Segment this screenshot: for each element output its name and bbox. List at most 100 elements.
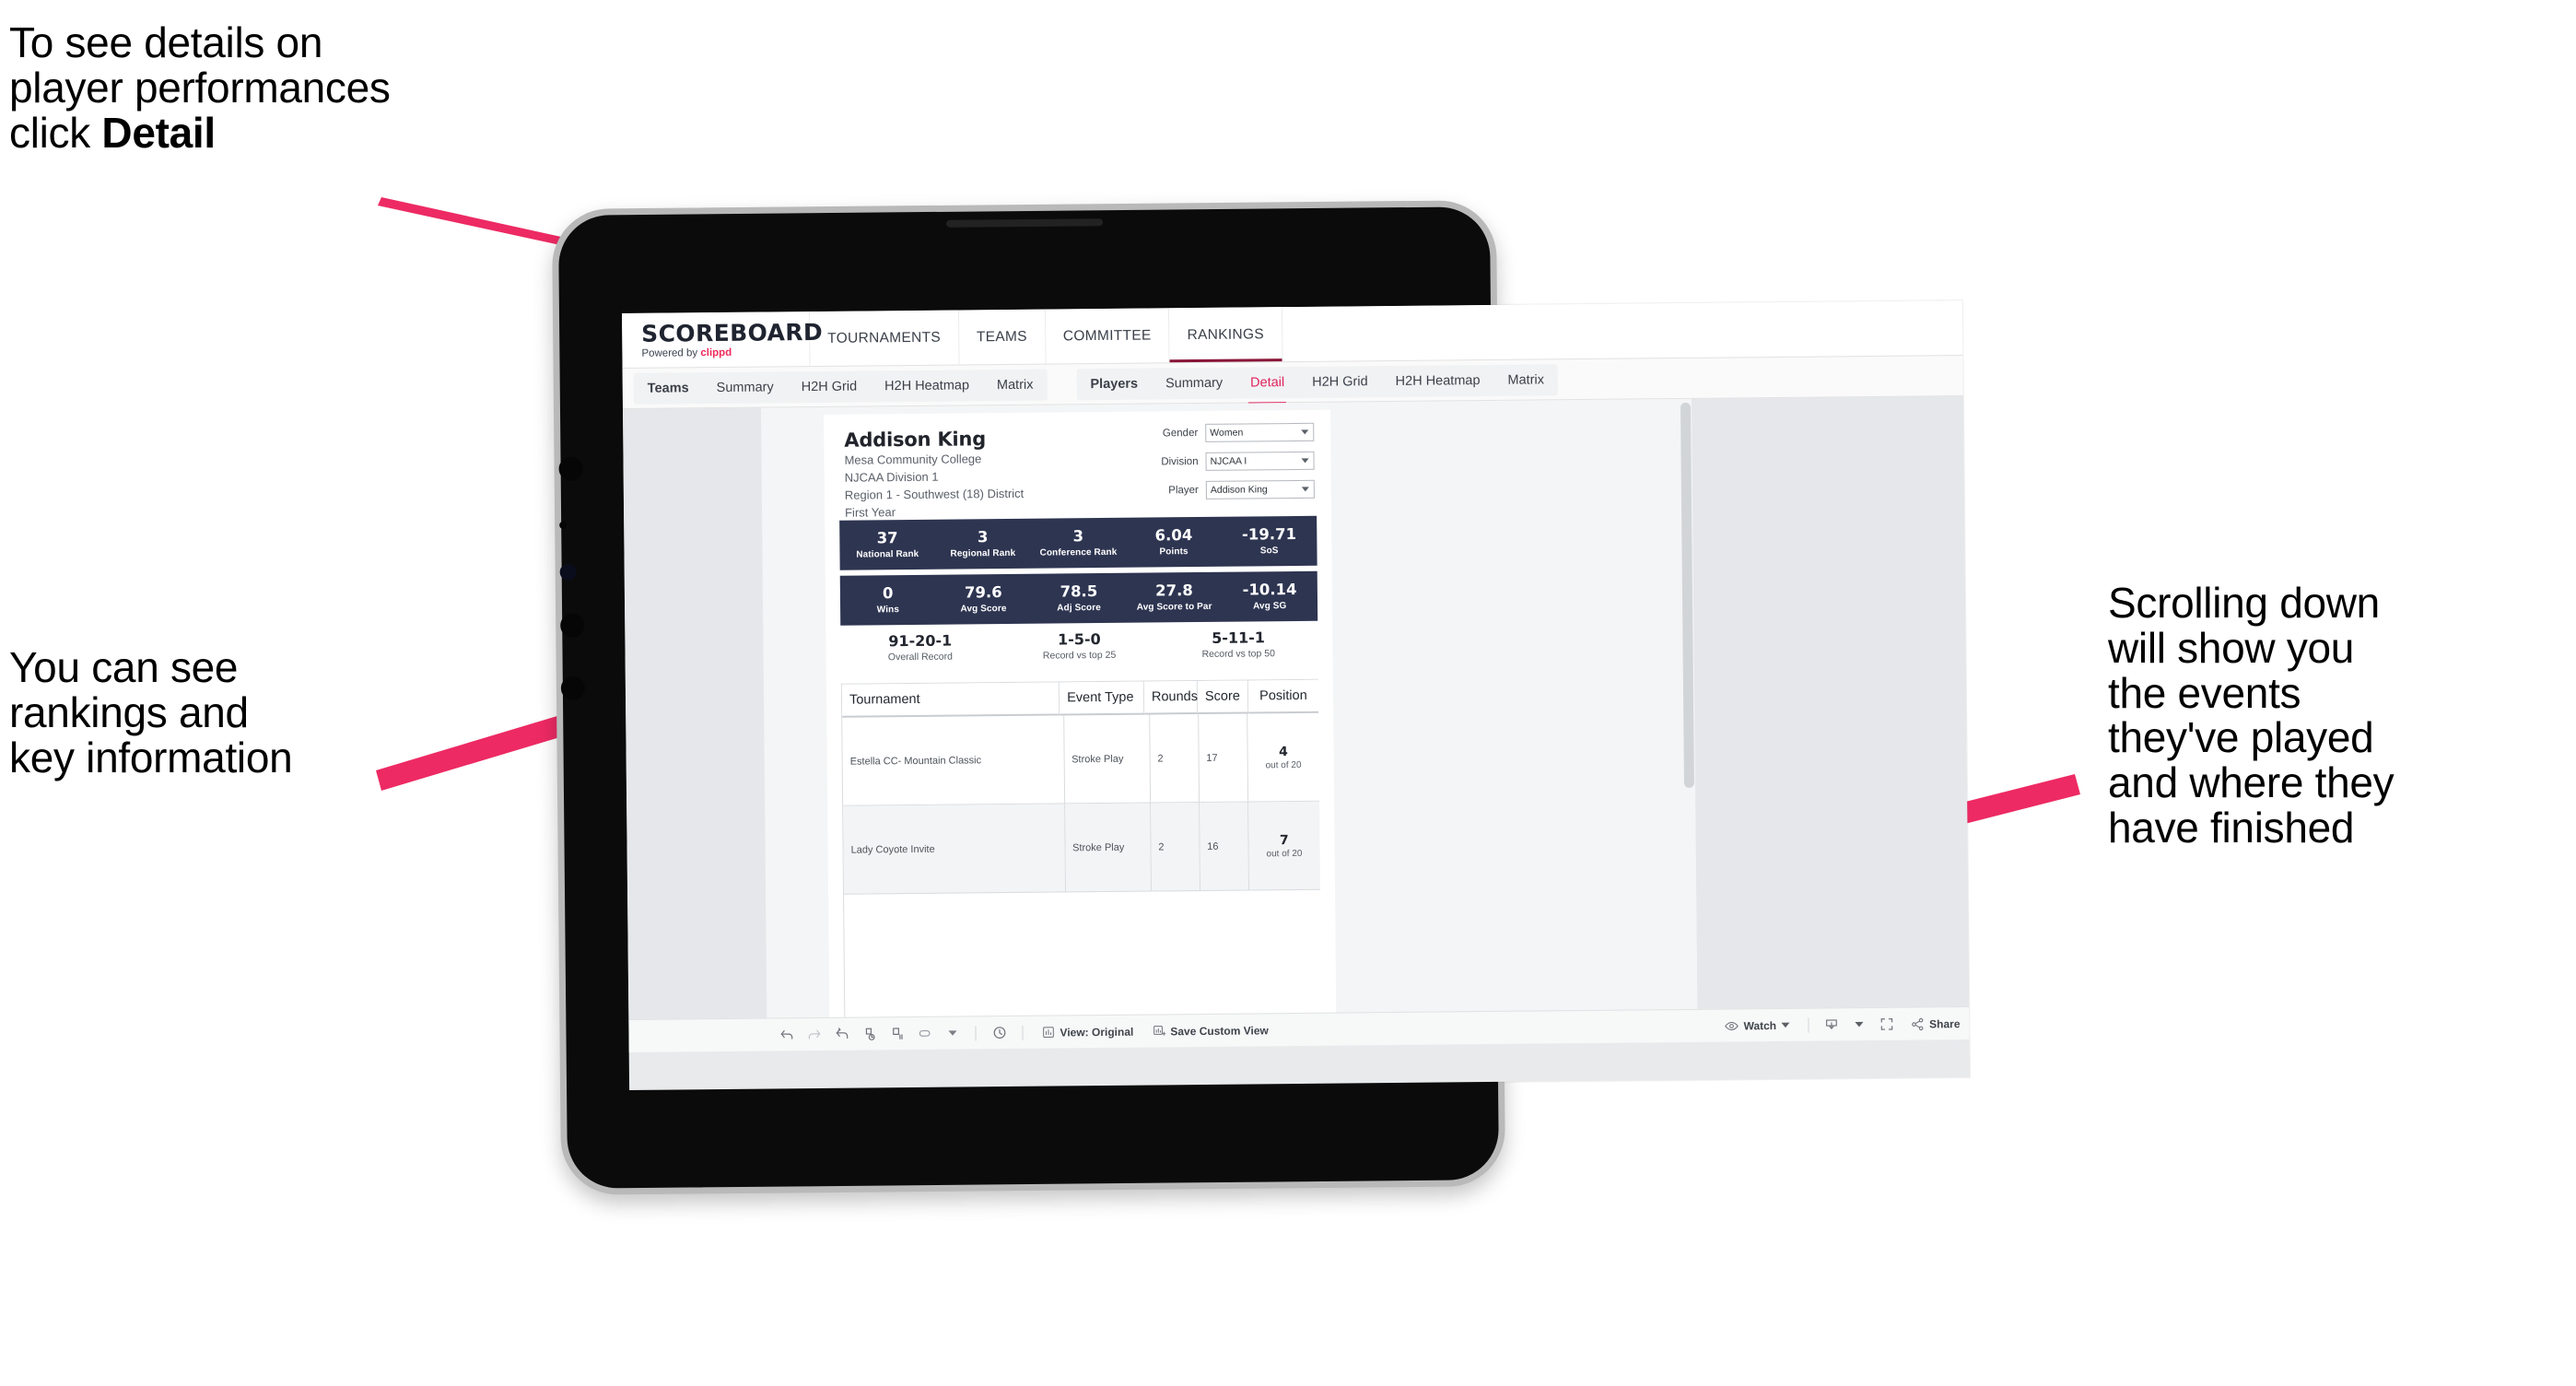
chevron-down-icon[interactable] xyxy=(938,1016,966,1050)
download-icon[interactable] xyxy=(1818,1008,1845,1041)
cell-event-type: Stroke Play xyxy=(1064,803,1152,893)
cell-score: 17 xyxy=(1198,713,1248,804)
column-header-rounds[interactable]: Rounds xyxy=(1143,681,1199,715)
revert-icon[interactable] xyxy=(827,1017,855,1051)
filter-select-gender[interactable]: Women xyxy=(1205,422,1315,442)
table-row[interactable]: Lady Coyote Invite Stroke Play 2 16 7 ou… xyxy=(843,801,1321,895)
stat-value: 3 xyxy=(1072,527,1084,546)
cell-tournament: Lady Coyote Invite xyxy=(843,804,1066,895)
pause-data-icon[interactable] xyxy=(883,1017,910,1051)
refresh-data-icon[interactable] xyxy=(855,1017,883,1051)
player-header: Addison King Mesa Community College NJCA… xyxy=(844,428,1024,522)
stat-label: Wins xyxy=(876,604,900,615)
tab-players[interactable]: Players xyxy=(1076,368,1152,400)
tab-teams-h2h-grid[interactable]: H2H Grid xyxy=(788,370,872,403)
stat-value: -10.14 xyxy=(1242,581,1297,599)
pill-shape-icon[interactable] xyxy=(910,1016,938,1050)
watch-button[interactable]: Watch xyxy=(1715,1017,1798,1033)
share-button[interactable]: Share xyxy=(1901,1016,1970,1032)
stat-label: Avg SG xyxy=(1252,600,1287,612)
tab-players-h2h-heatmap[interactable]: H2H Heatmap xyxy=(1381,364,1493,396)
tab-teams[interactable]: Teams xyxy=(634,372,703,405)
chevron-down-icon xyxy=(1301,458,1309,464)
stat-label: Regional Rank xyxy=(950,547,1016,559)
record-row: 91-20-1 Overall Record 1-5-0 Record vs t… xyxy=(840,628,1318,664)
player-school: Mesa Community College xyxy=(844,452,982,467)
column-header-score[interactable]: Score xyxy=(1197,680,1249,715)
record-overall: 91-20-1 Overall Record xyxy=(840,632,1000,664)
brand-logo[interactable]: SCOREBOARD Powered by clippd xyxy=(621,311,824,369)
annotation-detail-bold: Detail xyxy=(101,108,216,157)
record-label: Record vs top 50 xyxy=(1201,648,1276,661)
topnav-spacer xyxy=(1282,300,1963,361)
fullscreen-icon[interactable] xyxy=(1873,1007,1901,1040)
cell-event-type: Stroke Play xyxy=(1063,714,1151,805)
vertical-scrollbar-track[interactable] xyxy=(1679,398,1698,1009)
tab-teams-matrix[interactable]: Matrix xyxy=(983,369,1048,401)
tab-players-summary[interactable]: Summary xyxy=(1152,367,1236,399)
stat-wins: 0 Wins xyxy=(840,585,936,615)
brand-subtitle: Powered by clippd xyxy=(641,346,809,359)
record-label: Record vs top 25 xyxy=(1042,650,1117,663)
player-detail-card: Addison King Mesa Community College NJCA… xyxy=(824,409,1337,1017)
dashboard-sheet: Addison King Mesa Community College NJCA… xyxy=(760,398,1698,1018)
toolbar-separator xyxy=(1022,1025,1024,1040)
stat-label: Avg Score xyxy=(960,603,1007,615)
cell-rounds: 2 xyxy=(1150,803,1200,892)
chevron-down-icon[interactable] xyxy=(1845,1008,1873,1041)
topnav-committee[interactable]: COMMITTEE xyxy=(1045,308,1170,364)
stat-conference-rank: 3 Conference Rank xyxy=(1030,528,1126,558)
player-name: Addison King xyxy=(844,428,987,452)
record-vs-top-50: 5-11-1 Record vs top 50 xyxy=(1159,628,1318,661)
view-original-button[interactable]: View: Original xyxy=(1032,1025,1142,1040)
tab-players-matrix[interactable]: Matrix xyxy=(1493,364,1558,396)
redo-icon[interactable] xyxy=(800,1017,827,1051)
tab-players-h2h-grid[interactable]: H2H Grid xyxy=(1298,366,1382,398)
app-screen: SCOREBOARD Powered by clippd TOURNAMENTS… xyxy=(621,300,1971,1090)
cell-tournament: Estella CC- Mountain Classic xyxy=(842,715,1065,806)
stat-label: Avg Score to Par xyxy=(1136,601,1212,613)
topnav-teams[interactable]: TEAMS xyxy=(958,309,1047,365)
brand-title: SCOREBOARD xyxy=(641,318,824,347)
stat-value: -19.71 xyxy=(1241,525,1297,544)
annotation-click-detail: To see details on player performances cl… xyxy=(9,20,599,155)
topnav-rankings[interactable]: RANKINGS xyxy=(1169,307,1283,363)
brand-powered-prefix: Powered by xyxy=(641,346,701,359)
undo-icon[interactable] xyxy=(772,1018,800,1051)
tab-teams-summary[interactable]: Summary xyxy=(702,371,787,404)
annotation-scrolling: Scrolling down will show you the events … xyxy=(2108,579,2395,852)
filter-select-division[interactable]: NJCAA I xyxy=(1205,451,1315,471)
topnav-tournaments[interactable]: TOURNAMENTS xyxy=(809,310,960,367)
table-header-row: Tournament Event Type Rounds Score Posit… xyxy=(841,679,1319,718)
column-header-event-type[interactable]: Event Type xyxy=(1060,681,1145,716)
record-vs-top-25: 1-5-0 Record vs top 25 xyxy=(1000,630,1159,662)
stat-national-rank: 37 National Rank xyxy=(839,529,935,560)
player-division: NJCAA Division 1 xyxy=(844,469,939,485)
toolbar-separator xyxy=(1808,1017,1809,1033)
filter-select-player[interactable]: Addison King xyxy=(1205,479,1315,499)
stat-label: Points xyxy=(1159,546,1188,557)
save-custom-view-button[interactable]: Save Custom View xyxy=(1142,1023,1278,1038)
tab-players-detail[interactable]: Detail xyxy=(1236,366,1298,398)
stat-value: 78.5 xyxy=(1060,582,1098,601)
column-header-tournament[interactable]: Tournament xyxy=(841,682,1060,718)
column-header-position[interactable]: Position xyxy=(1247,679,1319,714)
stat-value: 0 xyxy=(882,584,894,603)
stat-value: 37 xyxy=(876,529,898,547)
tab-teams-h2h-heatmap[interactable]: H2H Heatmap xyxy=(871,370,983,402)
table-row[interactable]: Estella CC- Mountain Classic Stroke Play… xyxy=(842,712,1320,806)
record-value: 5-11-1 xyxy=(1212,628,1266,647)
filter-row-player: Player Addison King xyxy=(1130,479,1315,500)
stat-sos: -19.71 SoS xyxy=(1222,525,1317,556)
stat-value: 79.6 xyxy=(964,583,1002,602)
stat-value: 3 xyxy=(977,528,989,546)
history-clock-icon[interactable] xyxy=(985,1016,1013,1049)
annotation-rankings: You can see rankings and key information xyxy=(9,643,293,781)
record-label: Overall Record xyxy=(887,651,953,664)
tablet-camera xyxy=(559,563,577,581)
vertical-scrollbar-thumb[interactable] xyxy=(1680,402,1694,788)
stat-avg-score-to-par: 27.8 Avg Score to Par xyxy=(1127,581,1223,613)
stat-regional-rank: 3 Regional Rank xyxy=(935,528,1031,559)
brand-powered-name: clippd xyxy=(700,346,732,358)
